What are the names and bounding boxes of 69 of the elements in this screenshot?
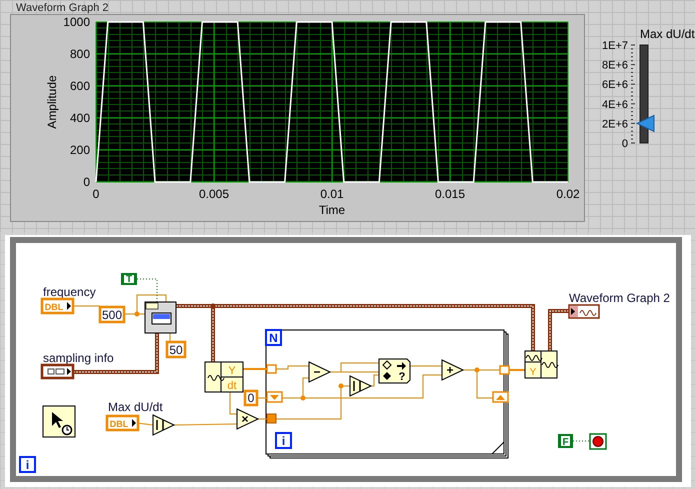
wire-junction [474,368,480,372]
numeric-constant: 0 [244,390,258,406]
cluster-terminal [40,364,74,380]
numeric-terminal: DBL [40,298,74,314]
y-tick-label: 400 [70,111,90,125]
stop-terminal [589,433,607,450]
slider-tick-label: 1E+7 [602,40,628,52]
wire [508,369,525,371]
slider-tick-label: 8E+6 [602,60,628,72]
slider-tick-label: 6E+6 [602,79,628,92]
loop-tunnel [266,364,277,374]
wire-junction [338,384,344,388]
wire [136,422,154,426]
count-terminal: N [265,329,282,346]
loop-tunnel [499,365,510,375]
wire [230,392,238,414]
absolute-value-node [350,375,372,397]
terminal-label: Max dU/dt [108,400,163,414]
iteration-terminal: i [275,432,292,449]
boolean-constant: T [121,273,137,285]
wire-junction [210,304,216,308]
absolute-value-node [152,414,176,436]
slider-pointer[interactable] [636,114,654,132]
graph-terminal [568,304,600,319]
x-axis-label: Time [318,203,346,217]
numeric-constant: 500 [98,306,126,324]
slider-track[interactable] [636,44,654,144]
waveform-generator-node [144,302,176,334]
y-tick-label: 800 [70,47,90,61]
y-tick-label: 200 [70,143,90,157]
waveform-wire [548,309,570,352]
slider-tick-label: 4E+6 [602,98,628,111]
terminal-label: sampling info [43,351,114,365]
wire [136,278,158,302]
wire-junction [300,396,306,400]
y-tick-label: 1000 [63,15,90,29]
terminal-label: Waveform Graph 2 [569,291,670,305]
y-tick-label: 600 [70,79,90,93]
wire [174,424,238,426]
multiply-node: × [236,408,260,430]
boolean-constant: F [558,434,573,448]
iteration-terminal: i [19,456,36,473]
loop-tunnel [266,414,276,424]
wire [274,366,310,370]
select-node: ? [378,358,410,384]
wire-junction [134,312,140,316]
x-tick-label: 0.02 [556,187,580,201]
terminal-label: frequency [43,285,96,299]
build-waveform-node: Y [524,350,558,378]
y-axis-label: Amplitude [45,75,59,129]
x-tick-label: 0.01 [320,187,344,201]
wire [572,440,590,442]
numeric-constant: 50 [166,340,186,358]
subtract-node: − [308,361,332,383]
slider-label: Max dU/dt [640,27,695,41]
add-node: + [442,359,464,381]
x-tick-label: 0.015 [434,187,466,201]
x-tick-label: 0 [92,187,100,201]
slider-tick-label: 0 [622,138,628,150]
numeric-terminal: DBL [106,414,140,432]
x-tick-label: 0.005 [198,187,230,201]
slider-tick-label: 2E+6 [602,118,628,130]
graph-label: Waveform Graph 2 [16,2,109,14]
wait-timer-icon [42,406,76,438]
y-tick-label: 0 [83,175,90,189]
shift-register [492,391,509,403]
shift-register [266,391,283,403]
get-waveform-node: Y dt [204,362,244,392]
wire [243,368,267,370]
